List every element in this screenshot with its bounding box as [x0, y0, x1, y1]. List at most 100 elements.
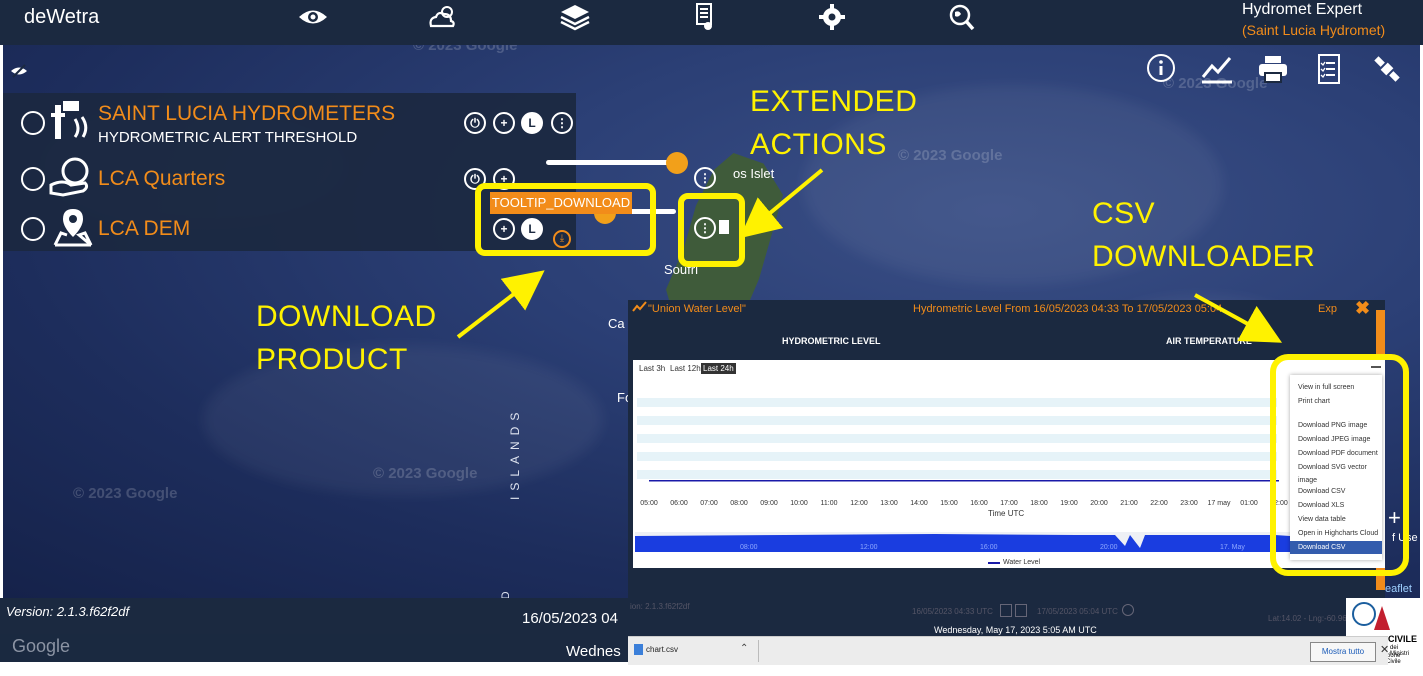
gear-icon[interactable]	[815, 2, 849, 32]
chart-icon	[632, 300, 648, 314]
settings-list-icon[interactable]	[688, 2, 722, 32]
leaflet-attribution[interactable]: eaflet	[1385, 583, 1412, 595]
power-icon[interactable]: ⏻	[464, 112, 486, 134]
info-icon[interactable]	[1145, 53, 1179, 85]
cursor-coordinates: Lat:14.02 - Lng:-60.96	[1268, 614, 1347, 623]
x-tick-label: 15:00	[940, 500, 958, 507]
popup-status-bar: ion: 2.1.3.f62f2df 16/05/2023 04:33 UTC …	[628, 598, 1385, 636]
logo-text: zione Civile	[1386, 653, 1401, 665]
hide-panel-icon[interactable]	[10, 64, 28, 78]
trash-icon[interactable]	[21, 217, 45, 241]
x-tick-label: 17 may	[1207, 500, 1231, 507]
navigator-series: 08:00 12:00 16:00 20:00 17. May	[635, 534, 1290, 552]
place-label: Ca	[608, 316, 625, 331]
weather-icon[interactable]	[425, 2, 459, 32]
more-actions-icon[interactable]: ⋮	[551, 112, 573, 134]
tab-hydrometric-level[interactable]: HYDROMETRIC LEVEL	[782, 336, 881, 346]
clock-icon[interactable]	[1122, 604, 1134, 616]
x-tick-label: 19:00	[1060, 500, 1078, 507]
footer-google-strip: Google	[0, 634, 500, 662]
layers-icon[interactable]	[558, 2, 592, 32]
map-watermark: © 2023 Google	[373, 465, 478, 482]
x-axis-label: Time UTC	[988, 509, 1025, 518]
hydrometer-icon	[47, 99, 95, 139]
x-tick-label: 20:00	[1090, 500, 1108, 507]
download-bar: chart.csv ⌃ Mostra tutto ✕	[628, 636, 1389, 665]
place-label: os Islet	[733, 166, 775, 181]
popup-version: ion: 2.1.3.f62f2df	[630, 602, 690, 611]
trash-icon[interactable]	[21, 111, 45, 135]
globe-search-icon[interactable]	[945, 2, 979, 32]
calendar-icon[interactable]	[1015, 604, 1027, 617]
app-logo-text: deWetra	[24, 6, 100, 28]
user-name[interactable]: Hydromet Expert	[1242, 1, 1362, 19]
popup-title-suffix: Exp	[1318, 303, 1337, 315]
eye-icon[interactable]	[296, 2, 330, 32]
close-download-bar-button[interactable]: ✕	[1380, 643, 1389, 656]
logo-text: CIVILE	[1388, 634, 1418, 644]
divider	[758, 640, 759, 662]
annotation-text: DOWNLOAD	[256, 300, 437, 333]
trash-icon[interactable]	[21, 167, 45, 191]
print-icon[interactable]	[1256, 53, 1290, 85]
x-tick-label: 08:00	[730, 500, 748, 507]
layer-title: SAINT LUCIA HYDROMETERS	[98, 102, 396, 125]
x-tick-label: 07:00	[700, 500, 718, 507]
layer-item[interactable]: SAINT LUCIA HYDROMETERS HYDROMETRIC ALER…	[3, 99, 576, 146]
more-actions-icon[interactable]: ⋮	[694, 167, 716, 189]
extended-actions-highlight-box	[678, 193, 745, 267]
download-highlight-box	[475, 183, 656, 256]
legend-item[interactable]: Water Level	[1003, 559, 1040, 566]
calendar-icon[interactable]	[1000, 604, 1012, 617]
close-icon[interactable]: ✖	[1355, 298, 1370, 319]
x-tick-label: 06:00	[670, 500, 688, 507]
station-name: "Union Water Level"	[648, 303, 746, 315]
date-from[interactable]: 16/05/2023 04:33 UTC	[912, 607, 993, 616]
report-icon[interactable]	[1312, 53, 1346, 85]
x-tick-label: 10:00	[790, 500, 808, 507]
legend-swatch	[988, 562, 1000, 564]
navigator-tick-label: 20:00	[1100, 544, 1118, 551]
legend-button[interactable]: L	[521, 112, 543, 134]
annotation-label: EXTENDED ACTIONS	[750, 80, 917, 166]
file-icon	[634, 644, 643, 655]
layer-title: LCA DEM	[98, 217, 191, 240]
layer-title: LCA Quarters	[98, 167, 226, 190]
x-tick-label: 01:00	[1240, 500, 1258, 507]
map-watermark: © 2023 Google	[413, 45, 518, 54]
annotation-text: CSV	[1092, 197, 1156, 230]
x-tick-label: 17:00	[1000, 500, 1018, 507]
popup-title: Hydrometric Level From 16/05/2023 04:33 …	[913, 303, 1223, 315]
annotation-text: ACTIONS	[750, 128, 887, 161]
navigator-tick-label: 17. May	[1220, 544, 1245, 551]
version-label: Version: 2.1.3.f62f2df	[6, 604, 130, 619]
download-file-name[interactable]: chart.csv	[646, 645, 678, 654]
globe-hand-icon	[49, 157, 95, 197]
opacity-slider-handle[interactable]	[666, 152, 688, 174]
app-logo[interactable]: deWetra	[24, 6, 99, 29]
x-tick-label: 12:00	[850, 500, 868, 507]
x-tick-label: 14:00	[910, 500, 928, 507]
opacity-slider-track[interactable]	[546, 160, 676, 165]
annotation-text: EXTENDED	[750, 85, 918, 118]
navigator[interactable]: 08:00 12:00 16:00 20:00 17. May	[635, 532, 1290, 552]
user-org: (Saint Lucia Hydromet)	[1242, 22, 1386, 38]
x-tick-label: 23:00	[1180, 500, 1198, 507]
navigator-tick-label: 16:00	[980, 544, 998, 551]
chevron-up-icon[interactable]: ⌃	[740, 643, 748, 654]
show-all-button[interactable]: Mostra tutto	[1310, 642, 1376, 662]
zoom-to-icon[interactable]: +	[493, 112, 515, 134]
chart-icon[interactable]	[1200, 53, 1234, 85]
sea-label: ISLANDS	[508, 406, 522, 500]
satellite-icon[interactable]	[1370, 53, 1404, 85]
tab-air-temperature[interactable]: AIR TEMPERATURE	[1166, 336, 1252, 346]
x-tick-label: 05:00	[640, 500, 658, 507]
footer-weekday: Wednes	[566, 643, 621, 660]
x-tick-label: 21:00	[1120, 500, 1138, 507]
navigator-area	[635, 534, 1290, 552]
x-tick-label: 09:00	[760, 500, 778, 507]
navigator-tick-label: 12:00	[860, 544, 878, 551]
navigator-tick-label: 08:00	[740, 544, 758, 551]
annotation-label: CSV DOWNLOADER	[1092, 192, 1315, 278]
date-to[interactable]: 17/05/2023 05:04 UTC	[1037, 607, 1118, 616]
